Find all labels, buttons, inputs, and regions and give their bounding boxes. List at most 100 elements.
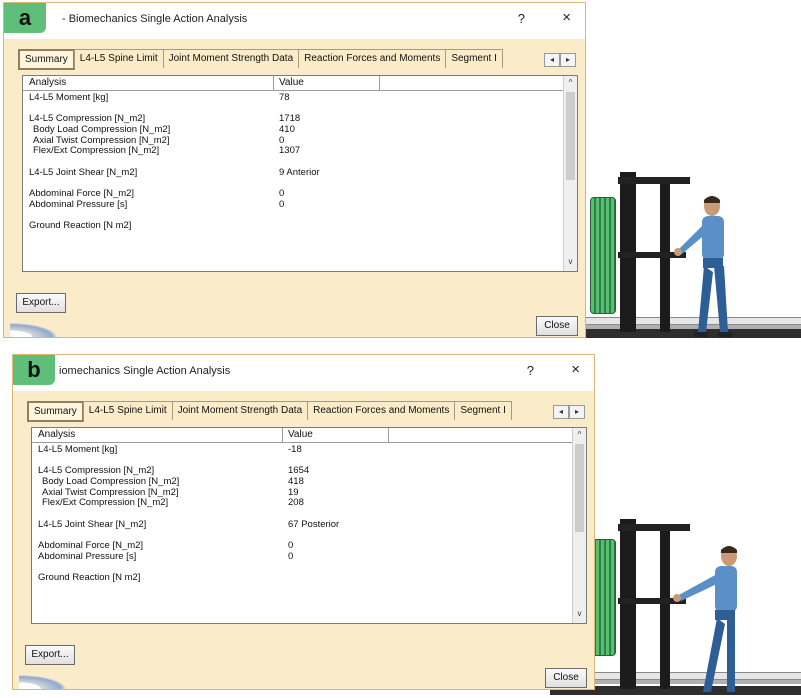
column-divider [282, 428, 283, 442]
table-row[interactable]: L4-L5 Joint Shear [N_m2] 9 Anterior [23, 167, 563, 178]
analysis-grid[interactable]: Analysis Value L4-L5 Moment [kg] -18 L4-L5… [31, 427, 587, 624]
help-button[interactable]: ? [527, 363, 534, 378]
chevron-up-icon[interactable]: ^ [573, 430, 586, 442]
rack-top-bar [618, 524, 690, 531]
chevron-down-icon[interactable]: v [573, 609, 586, 621]
analysis-dialog: b iomechanics Single Action Analysis ? ×… [12, 354, 595, 690]
scroll-thumb[interactable] [575, 444, 584, 532]
chevron-up-icon[interactable]: ^ [564, 78, 577, 90]
export-button[interactable]: Export... [16, 293, 66, 313]
table-row[interactable]: L4-L5 Moment [kg] 78 [23, 92, 563, 103]
scroll-thumb[interactable] [566, 92, 575, 180]
tab-scroll-buttons: ◂ ▸ [553, 405, 585, 419]
row-label: Abdominal Pressure [s] [38, 550, 137, 562]
table-row[interactable]: Body Load Compression [N_m2] 410 [23, 124, 563, 135]
tab-scroll-left-icon[interactable]: ◂ [553, 405, 569, 419]
ergonomics-scene [550, 354, 801, 698]
table-row[interactable] [32, 508, 572, 519]
column-header-analysis[interactable]: Analysis [29, 77, 66, 88]
tab-summary[interactable]: Summary [18, 49, 75, 70]
tab-segment[interactable]: Segment I [445, 49, 503, 68]
table-row[interactable] [23, 210, 563, 221]
table-row[interactable]: L4-L5 Joint Shear [N_m2] 67 Posterior [32, 519, 572, 530]
table-row[interactable]: Body Load Compression [N_m2] 418 [32, 476, 572, 487]
grid-rows: L4-L5 Moment [kg] -18 L4-L5 Compression [N… [32, 444, 572, 583]
tab-scroll-right-icon[interactable]: ▸ [569, 405, 585, 419]
row-value: 78 [279, 92, 290, 103]
analysis-grid[interactable]: Analysis Value L4-L5 Moment [kg] 78 L4-L5 … [22, 75, 578, 272]
tab-scroll-right-icon[interactable]: ▸ [560, 53, 576, 67]
table-row[interactable]: L4-L5 Compression [N_m2] 1654 [32, 465, 572, 476]
vertical-scrollbar[interactable]: ^ v [563, 76, 577, 271]
dialog-title: iomechanics Single Action Analysis [59, 365, 231, 377]
tab-joint-moment-strength[interactable]: Joint Moment Strength Data [171, 401, 309, 420]
table-row[interactable] [23, 103, 563, 114]
table-row[interactable] [23, 156, 563, 167]
panel-letter-label: b [13, 355, 55, 385]
table-row[interactable]: Axial Twist Compression [N_m2] 0 [23, 135, 563, 146]
column-header-analysis[interactable]: Analysis [38, 429, 75, 440]
close-icon[interactable]: × [562, 9, 571, 26]
column-divider [379, 76, 380, 90]
row-value: 0 [279, 134, 285, 146]
row-value: 19 [288, 486, 299, 498]
table-row[interactable]: Flex/Ext Compression [N_m2] 1307 [23, 145, 563, 156]
row-value: 418 [288, 476, 304, 488]
table-row[interactable] [32, 562, 572, 573]
column-header-value[interactable]: Value [288, 429, 313, 440]
row-value: 1718 [279, 113, 301, 125]
table-row[interactable]: Abdominal Pressure [s] 0 [23, 199, 563, 210]
tab-l4-l5-spine-limit[interactable]: L4-L5 Spine Limit [82, 401, 173, 420]
tab-reaction-forces[interactable]: Reaction Forces and Moments [298, 49, 447, 68]
row-value: -18 [288, 444, 302, 455]
corner-logo-icon [19, 673, 73, 689]
column-divider [273, 76, 274, 90]
row-value: 9 Anterior [279, 166, 320, 178]
table-row[interactable] [23, 178, 563, 189]
row-label: L4-L5 Compression [N_m2] [29, 113, 146, 125]
row-value: 208 [288, 497, 304, 509]
row-label: Body Load Compression [N_m2] [33, 124, 171, 136]
ergonomics-scene [550, 2, 801, 346]
table-row[interactable]: Ground Reaction [N m2] [32, 572, 572, 583]
table-row[interactable]: Flex/Ext Compression [N_m2] 208 [32, 497, 572, 508]
table-row[interactable]: Abdominal Force [N_m2] 0 [23, 188, 563, 199]
tab-reaction-forces[interactable]: Reaction Forces and Moments [307, 401, 456, 420]
tab-joint-moment-strength[interactable]: Joint Moment Strength Data [162, 49, 300, 68]
chevron-down-icon[interactable]: v [564, 257, 577, 269]
table-row[interactable] [32, 530, 572, 541]
tab-segment[interactable]: Segment I [454, 401, 512, 420]
table-row[interactable] [32, 455, 572, 466]
row-label: Abdominal Force [N_m2] [29, 188, 135, 200]
tab-summary[interactable]: Summary [27, 401, 84, 422]
table-row[interactable]: L4-L5 Moment [kg] -18 [32, 444, 572, 455]
row-value: 410 [279, 124, 295, 136]
row-value: 67 Posterior [288, 518, 340, 530]
weight-plate [590, 197, 616, 314]
panel-a: a - Biomechanics Single Action Analysis … [0, 2, 801, 346]
analysis-dialog: a - Biomechanics Single Action Analysis … [3, 2, 586, 338]
column-header-value[interactable]: Value [279, 77, 304, 88]
export-button[interactable]: Export... [25, 645, 75, 665]
row-label: Abdominal Pressure [s] [29, 198, 128, 210]
tab-l4-l5-spine-limit[interactable]: L4-L5 Spine Limit [73, 49, 164, 68]
close-button[interactable]: Close [545, 668, 587, 688]
table-row[interactable]: Ground Reaction [N m2] [23, 220, 563, 231]
panel-b: b iomechanics Single Action Analysis ? ×… [0, 354, 801, 698]
row-label: Axial Twist Compression [N_m2] [33, 134, 170, 146]
tab-strip: Summary L4-L5 Spine Limit Joint Moment S… [18, 49, 503, 70]
close-icon[interactable]: × [571, 361, 580, 378]
table-row[interactable]: Axial Twist Compression [N_m2] 19 [32, 487, 572, 498]
table-row[interactable]: L4-L5 Compression [N_m2] 1718 [23, 113, 563, 124]
row-label: L4-L5 Joint Shear [N_m2] [29, 166, 138, 178]
tab-scroll-left-icon[interactable]: ◂ [544, 53, 560, 67]
panel-letter-label: a [4, 3, 46, 33]
close-button[interactable]: Close [536, 316, 578, 336]
vertical-scrollbar[interactable]: ^ v [572, 428, 586, 623]
dialog-title: - Biomechanics Single Action Analysis [62, 13, 248, 25]
row-label: Flex/Ext Compression [N_m2] [33, 145, 160, 157]
table-row[interactable]: Abdominal Force [N_m2] 0 [32, 540, 572, 551]
help-button[interactable]: ? [518, 11, 525, 26]
worker-figure [673, 546, 737, 692]
table-row[interactable]: Abdominal Pressure [s] 0 [32, 551, 572, 562]
